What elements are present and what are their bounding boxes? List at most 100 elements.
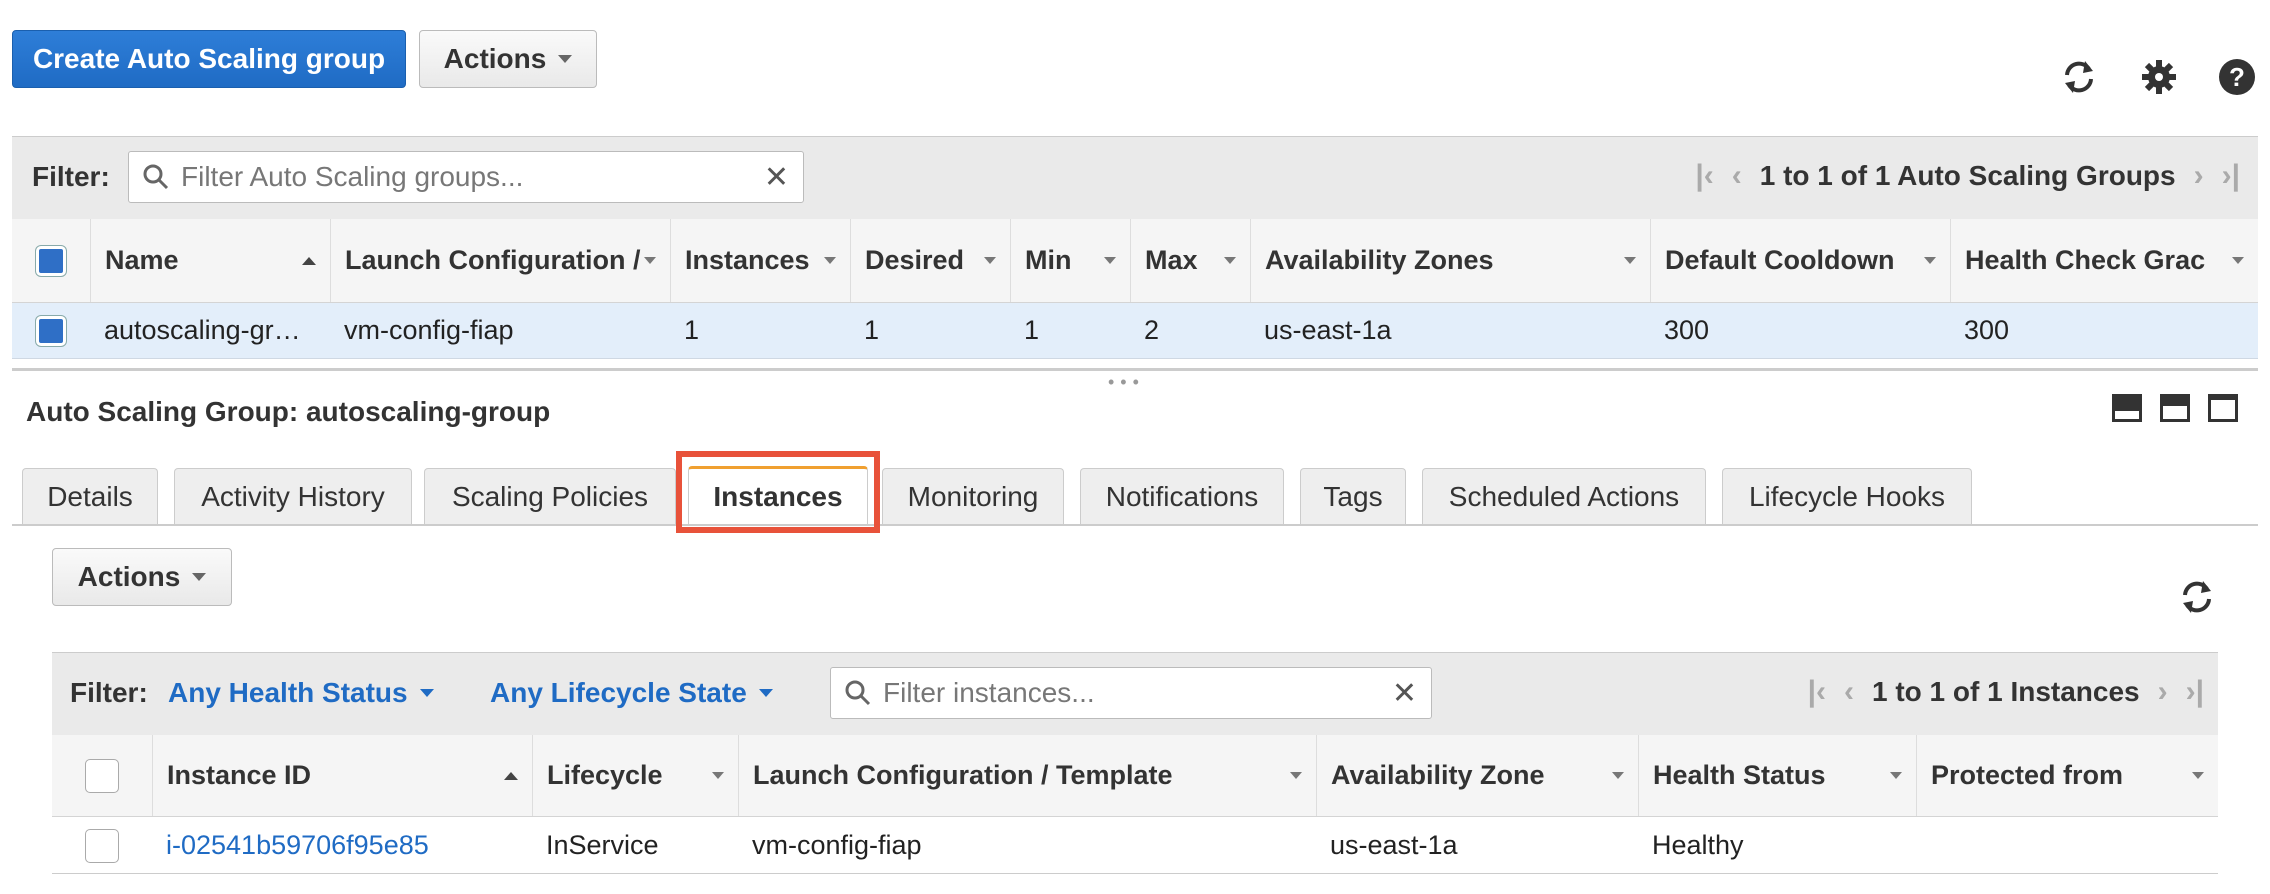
- search-icon: [143, 164, 169, 190]
- col-launch-config[interactable]: Launch Configuration /: [330, 219, 670, 302]
- instances-pager: |‹ ‹ 1 to 1 of 1 Instances › ›|: [1808, 675, 2204, 709]
- sort-icon: [1224, 257, 1236, 264]
- col-protected-from[interactable]: Protected from: [1916, 735, 2218, 816]
- lifecycle-state-filter-label: Any Lifecycle State: [490, 677, 747, 708]
- col-availability-zones[interactable]: Availability Zones: [1250, 219, 1650, 302]
- sort-icon: [712, 772, 724, 779]
- groups-filter-bar: Filter: ✕ |‹ ‹ 1 to 1 of 1 Auto Scaling …: [12, 136, 2258, 220]
- col-launch-config-template[interactable]: Launch Configuration / Template: [738, 735, 1316, 816]
- tab-notifications[interactable]: Notifications: [1080, 468, 1284, 524]
- cell-min: 1: [1024, 315, 1040, 345]
- sort-icon: [1104, 257, 1116, 264]
- col-desired[interactable]: Desired: [850, 219, 1010, 302]
- sort-icon: [1624, 257, 1636, 264]
- select-all-instances-checkbox[interactable]: [85, 758, 119, 793]
- drag-handle-icon[interactable]: •••: [1108, 372, 1145, 393]
- last-page-icon[interactable]: ›|: [2222, 159, 2240, 193]
- table-row[interactable]: i-02541b59706f95e85 InService vm-config-…: [52, 818, 2218, 874]
- instances-actions-label: Actions: [77, 561, 181, 592]
- clear-icon[interactable]: ✕: [764, 160, 789, 195]
- actions-button[interactable]: Actions: [419, 30, 597, 88]
- detail-title: Auto Scaling Group: autoscaling-group: [26, 396, 551, 427]
- row-checkbox[interactable]: [36, 315, 66, 346]
- sort-icon: [2232, 257, 2244, 264]
- cell-health-status: Healthy: [1652, 830, 1744, 860]
- col-health-check-grace[interactable]: Health Check Grac: [1950, 219, 2258, 302]
- first-page-icon[interactable]: |‹: [1808, 675, 1826, 709]
- health-status-filter[interactable]: Any Health Status: [168, 677, 434, 709]
- col-name[interactable]: Name: [90, 219, 330, 302]
- col-instances[interactable]: Instances: [670, 219, 850, 302]
- col-max[interactable]: Max: [1130, 219, 1250, 302]
- table-row[interactable]: autoscaling-gr… vm-config-fiap 1 1 1 2 u…: [12, 303, 2258, 359]
- chevron-down-icon: [419, 689, 434, 697]
- gear-icon[interactable]: [2138, 56, 2180, 98]
- health-status-filter-label: Any Health Status: [168, 677, 408, 708]
- instances-search-input[interactable]: [881, 676, 1378, 710]
- cell-default-cooldown: 300: [1664, 315, 1710, 345]
- svg-text:?: ?: [2229, 62, 2245, 92]
- sort-icon: [2192, 772, 2204, 779]
- pane-divider[interactable]: [12, 368, 2258, 371]
- groups-filter-label: Filter:: [32, 161, 110, 192]
- tab-details[interactable]: Details: [22, 468, 158, 524]
- instances-table-header: Instance ID Lifecycle Launch Configurati…: [52, 735, 2218, 817]
- search-icon: [845, 680, 871, 706]
- sort-asc-icon: [302, 256, 316, 265]
- sort-icon: [1612, 772, 1624, 779]
- instances-filter-label: Filter:: [70, 677, 148, 708]
- cell-launch-config: vm-config-fiap: [344, 315, 514, 345]
- instance-row-checkbox[interactable]: [85, 828, 119, 863]
- next-page-icon[interactable]: ›: [2158, 675, 2168, 709]
- create-auto-scaling-group-button[interactable]: Create Auto Scaling group: [12, 30, 406, 88]
- sort-icon: [1290, 772, 1302, 779]
- instances-search-field[interactable]: ✕: [830, 667, 1432, 719]
- prev-page-icon[interactable]: ‹: [1844, 675, 1854, 709]
- sort-icon: [984, 257, 996, 264]
- groups-search-input[interactable]: [179, 160, 750, 194]
- chevron-down-icon: [558, 55, 573, 63]
- cell-max: 2: [1144, 315, 1160, 345]
- tab-activity-history[interactable]: Activity History: [174, 468, 412, 524]
- first-page-icon[interactable]: |‹: [1695, 159, 1713, 193]
- select-all-checkbox[interactable]: [36, 245, 66, 276]
- tab-lifecycle-hooks[interactable]: Lifecycle Hooks: [1722, 468, 1972, 524]
- layout-split-icon[interactable]: [2160, 394, 2190, 422]
- sort-icon: [1890, 772, 1902, 779]
- chevron-down-icon: [192, 573, 207, 581]
- tab-scaling-policies[interactable]: Scaling Policies: [424, 468, 676, 524]
- prev-page-icon[interactable]: ‹: [1732, 159, 1742, 193]
- col-instance-id[interactable]: Instance ID: [152, 735, 532, 816]
- instances-pager-text: 1 to 1 of 1 Instances: [1871, 676, 2140, 707]
- instances-refresh-icon[interactable]: [2176, 576, 2218, 618]
- groups-search-field[interactable]: ✕: [128, 151, 804, 203]
- help-icon[interactable]: ?: [2216, 56, 2258, 98]
- lifecycle-state-filter[interactable]: Any Lifecycle State: [490, 677, 773, 709]
- layout-top-icon[interactable]: [2208, 394, 2238, 422]
- sort-icon: [1924, 257, 1936, 264]
- cell-availability-zone: us-east-1a: [1330, 830, 1458, 860]
- col-min[interactable]: Min: [1010, 219, 1130, 302]
- tab-tags[interactable]: Tags: [1300, 468, 1406, 524]
- col-default-cooldown[interactable]: Default Cooldown: [1650, 219, 1950, 302]
- col-availability-zone[interactable]: Availability Zone: [1316, 735, 1638, 816]
- tab-scheduled-actions[interactable]: Scheduled Actions: [1422, 468, 1706, 524]
- actions-label: Actions: [443, 43, 547, 74]
- sort-icon: [824, 257, 836, 264]
- next-page-icon[interactable]: ›: [2194, 159, 2204, 193]
- sort-asc-icon: [504, 771, 518, 780]
- layout-bottom-icon[interactable]: [2112, 394, 2142, 422]
- cell-name: autoscaling-gr…: [104, 315, 301, 345]
- cell-availability-zones: us-east-1a: [1264, 315, 1392, 345]
- tab-monitoring[interactable]: Monitoring: [882, 468, 1064, 524]
- cell-lifecycle: InService: [546, 830, 659, 860]
- groups-pager-text: 1 to 1 of 1 Auto Scaling Groups: [1759, 160, 2176, 191]
- col-health-status[interactable]: Health Status: [1638, 735, 1916, 816]
- clear-icon[interactable]: ✕: [1392, 676, 1417, 711]
- last-page-icon[interactable]: ›|: [2186, 675, 2204, 709]
- col-lifecycle[interactable]: Lifecycle: [532, 735, 738, 816]
- instances-actions-button[interactable]: Actions: [52, 548, 232, 606]
- instances-filter-bar: Filter: Any Health Status Any Lifecycle …: [52, 652, 2218, 736]
- instance-id-link[interactable]: i-02541b59706f95e85: [152, 830, 532, 861]
- refresh-icon[interactable]: [2058, 56, 2100, 98]
